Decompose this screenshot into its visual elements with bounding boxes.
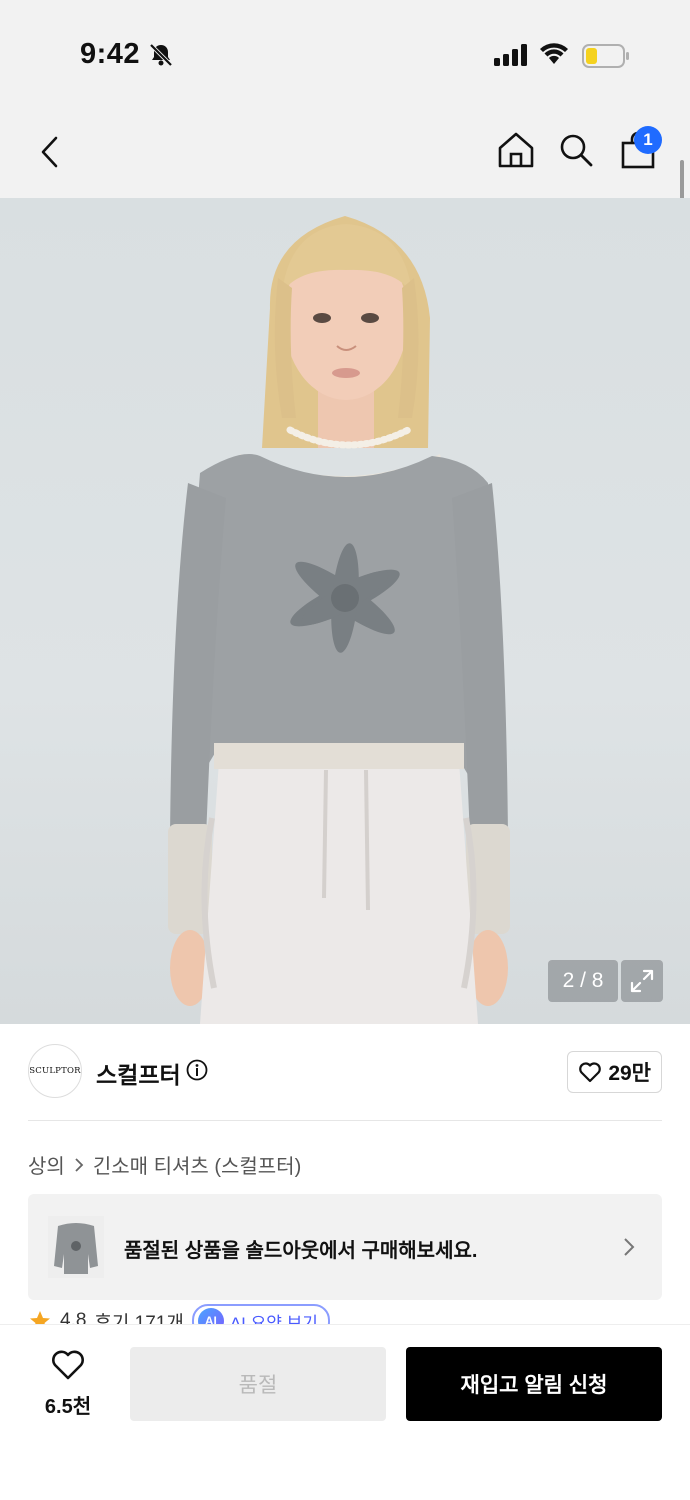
brand-row: SCULPTOR 스컬프터 29만 [0,1024,690,1120]
star-icon [30,1311,50,1324]
chevron-right-icon [622,1236,636,1263]
expand-image-button[interactable] [621,960,663,1002]
home-button[interactable] [494,128,538,172]
brand-name[interactable]: 스컬프터 [96,1056,181,1090]
brand-logo[interactable]: SCULPTOR [28,1044,82,1098]
home-icon [498,132,534,168]
expand-arrows-icon [630,969,654,993]
wifi-icon [539,42,569,71]
heart-icon [52,1350,84,1380]
soldout-button: 품절 [130,1347,386,1421]
product-image-gallery[interactable]: 2 / 8 [0,198,690,1024]
cart-count-badge: 1 [634,126,662,154]
heart-icon [579,1062,602,1083]
breadcrumb: 상의 긴소매 티셔츠 (스컬프터) [28,1150,301,1179]
soldout-banner[interactable]: 품절된 상품을 솔드아웃에서 구매해보세요. [28,1194,662,1300]
nav-bar [0,110,690,198]
cellular-signal-icon [494,44,528,71]
brand-like-button[interactable]: 29만 [567,1051,662,1093]
restock-alert-button[interactable]: 재입고 알림 신청 [406,1347,662,1421]
breadcrumb-category[interactable]: 상의 [28,1150,65,1179]
wishlist-button[interactable]: 6.5천 [30,1349,106,1419]
soldout-banner-text: 품절된 상품을 솔드아웃에서 구매해보세요. [124,1240,478,1262]
search-icon [560,134,593,167]
review-count[interactable]: 후기 171개 [94,1308,183,1325]
search-button[interactable] [554,128,598,172]
wishlist-count: 6.5천 [44,1396,92,1418]
status-time: 9:42 [80,38,141,70]
ai-summary-button[interactable]: AI AI 요약 보기 [191,1304,330,1325]
bottom-action-bar: 6.5천 품절 재입고 알림 신청 [0,1324,690,1500]
image-counter: 2 / 8 [548,960,618,1002]
breadcrumb-subcategory[interactable]: 긴소매 티셔츠 (스컬프터) [93,1150,301,1179]
product-photo [168,216,510,1024]
back-button[interactable] [28,130,72,174]
rating-score: 4.8 [60,1310,87,1324]
rating-row: 4.8 후기 171개 AI AI 요약 보기 [28,1304,668,1324]
ai-summary-label: AI 요약 보기 [229,1313,318,1325]
brand-like-count: 29만 [608,1062,651,1085]
status-bar: 9:42 [0,0,690,110]
ai-badge: AI [197,1308,224,1324]
back-chevron-icon [41,136,58,168]
battery-low-icon [582,44,630,73]
info-icon[interactable] [186,1059,208,1086]
soldout-thumbnail [48,1216,104,1278]
chevron-right-icon [75,1157,84,1172]
bell-slash-icon [148,42,174,73]
divider [28,1120,662,1121]
